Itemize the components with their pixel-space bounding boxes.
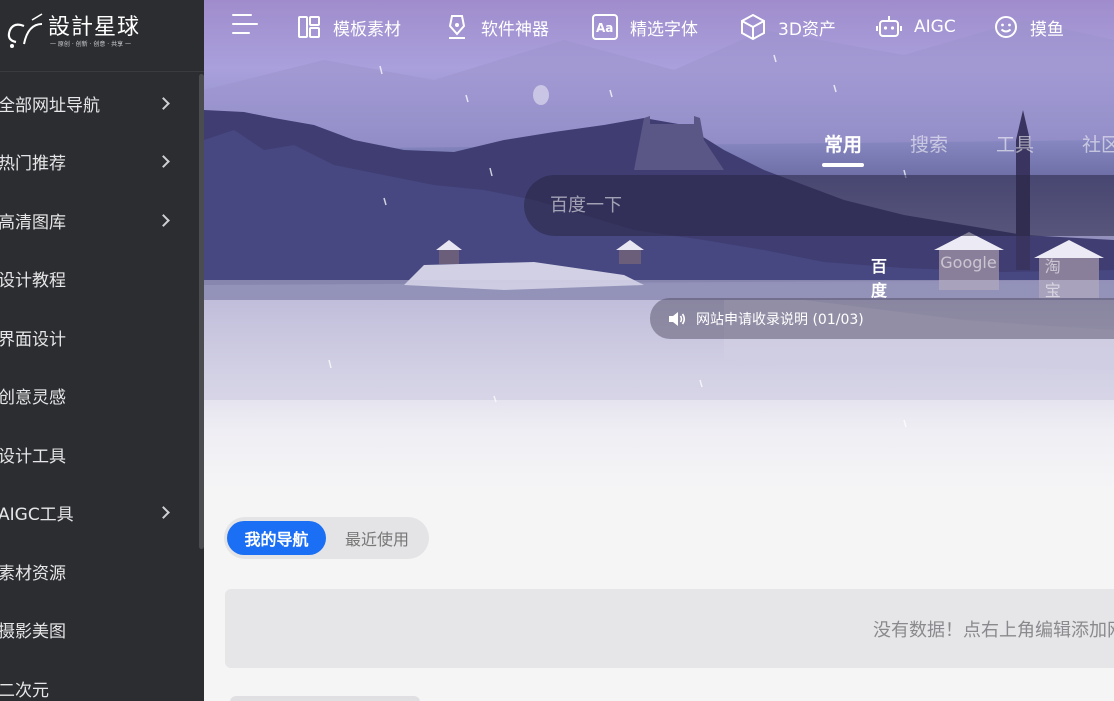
segment-my-navigation[interactable]: 我的导航 bbox=[227, 521, 326, 555]
nav-item-label: AIGC bbox=[914, 17, 956, 37]
sidebar: 設計星球 一 原创 · 创新 · 创意 · 共享 一 全部网址导航 热门推荐 高… bbox=[0, 0, 204, 701]
sidebar-item-design-tools[interactable]: 设计工具 bbox=[0, 425, 196, 484]
sidebar-item-label: 设计工具 bbox=[0, 446, 66, 467]
pen-icon bbox=[448, 15, 466, 39]
speaker-icon bbox=[669, 311, 686, 326]
menu-toggle-button[interactable] bbox=[232, 14, 260, 40]
nav-item-label: 3D资产 bbox=[778, 19, 836, 40]
chevron-right-icon bbox=[157, 155, 170, 169]
sidebar-item-label: 高清图库 bbox=[0, 212, 66, 233]
sidebar-item-hd-images[interactable]: 高清图库 bbox=[0, 191, 196, 250]
robot-icon bbox=[876, 16, 902, 37]
engine-taobao[interactable]: 淘宝 bbox=[1045, 253, 1066, 301]
svg-text:Aa: Aa bbox=[596, 21, 613, 35]
nav-item-aigc[interactable]: AIGC bbox=[876, 12, 956, 42]
search-input[interactable] bbox=[524, 175, 1114, 236]
sidebar-item-label: 摄影美图 bbox=[0, 622, 66, 643]
sidebar-item-inspiration[interactable]: 创意灵感 bbox=[0, 367, 196, 426]
nav-item-templates[interactable]: 模板素材 bbox=[297, 12, 401, 42]
sidebar-item-label: 素材资源 bbox=[0, 563, 66, 584]
tab-tools[interactable]: 工具 bbox=[996, 130, 1034, 157]
engine-google[interactable]: Google bbox=[940, 253, 996, 301]
hamburger-icon bbox=[232, 14, 252, 16]
sidebar-item-tutorials[interactable]: 设计教程 bbox=[0, 250, 196, 309]
site-logo[interactable]: 設計星球 一 原创 · 创新 · 创意 · 共享 一 bbox=[0, 0, 204, 72]
chevron-right-icon bbox=[157, 213, 170, 227]
sidebar-item-aigc-tools[interactable]: AIGC工具 bbox=[0, 484, 196, 543]
nav-item-3d-assets[interactable]: 3D资产 bbox=[740, 12, 836, 42]
sidebar-item-label: 二次元 bbox=[0, 680, 49, 701]
sidebar-item-hot[interactable]: 热门推荐 bbox=[0, 133, 196, 192]
announcement-bar[interactable]: 网站申请收录说明 (01/03) bbox=[650, 298, 1114, 339]
navigation-segmented-control: 我的导航 最近使用 bbox=[224, 517, 429, 559]
search-engine-selector: 百度 Google 淘宝 bbox=[871, 253, 1114, 301]
nav-item-label: 精选字体 bbox=[630, 19, 698, 40]
logo-slogan: 一 原创 · 创新 · 创意 · 共享 一 bbox=[50, 41, 131, 48]
sidebar-item-label: 热门推荐 bbox=[0, 154, 66, 175]
tab-search[interactable]: 搜索 bbox=[910, 130, 948, 157]
next-section-card bbox=[230, 696, 420, 701]
nav-item-label: 模板素材 bbox=[333, 19, 401, 40]
engine-baidu[interactable]: 百度 bbox=[871, 253, 892, 301]
sidebar-item-label: AIGC工具 bbox=[0, 505, 74, 526]
nav-item-slack-off[interactable]: 摸鱼 bbox=[994, 12, 1064, 42]
search-category-tabs: 常用 搜索 工具 社区 bbox=[821, 130, 1114, 167]
nav-item-label: 软件神器 bbox=[481, 19, 549, 40]
tab-common[interactable]: 常用 bbox=[821, 130, 865, 167]
sidebar-item-anime[interactable]: 二次元 bbox=[0, 659, 196, 701]
empty-state-text: 没有数据！点右上角编辑添加网址 bbox=[873, 619, 1114, 641]
layout-icon bbox=[298, 16, 320, 38]
sidebar-item-ui-design[interactable]: 界面设计 bbox=[0, 308, 196, 367]
sidebar-item-label: 全部网址导航 bbox=[0, 95, 100, 116]
logo-text: 設計星球 bbox=[48, 15, 141, 40]
font-icon: Aa bbox=[592, 14, 618, 40]
sidebar-nav: 全部网址导航 热门推荐 高清图库 设计教程 界面设计 创意灵感 设计工具 AIG… bbox=[0, 74, 196, 701]
sidebar-item-photography[interactable]: 摄影美图 bbox=[0, 601, 196, 660]
cube-icon bbox=[741, 13, 765, 41]
empty-state-panel: 没有数据！点右上角编辑添加网址 bbox=[225, 589, 1114, 668]
hero-banner: 模板素材 软件神器 Aa 精选字体 3D资产 AIGC 摸鱼 常用 搜索 工具 … bbox=[204, 0, 1114, 490]
smile-icon bbox=[995, 16, 1017, 38]
sidebar-item-all-sites[interactable]: 全部网址导航 bbox=[0, 74, 196, 133]
nav-item-label: 摸鱼 bbox=[1030, 19, 1064, 40]
top-navigation: 模板素材 软件神器 Aa 精选字体 3D资产 AIGC 摸鱼 bbox=[204, 0, 1114, 54]
chevron-right-icon bbox=[157, 506, 170, 520]
nav-item-software[interactable]: 软件神器 bbox=[445, 12, 549, 42]
chevron-right-icon bbox=[157, 96, 170, 110]
sidebar-item-label: 设计教程 bbox=[0, 271, 66, 292]
sidebar-item-label: 创意灵感 bbox=[0, 388, 66, 409]
sidebar-item-label: 界面设计 bbox=[0, 329, 66, 350]
nav-item-fonts[interactable]: Aa 精选字体 bbox=[592, 12, 698, 42]
hero-landscape-image bbox=[204, 20, 1114, 428]
segment-recently-used[interactable]: 最近使用 bbox=[329, 521, 425, 555]
sidebar-item-materials[interactable]: 素材资源 bbox=[0, 542, 196, 601]
tab-community[interactable]: 社区 bbox=[1082, 130, 1114, 157]
announcement-text: 网站申请收录说明 (01/03) bbox=[696, 311, 864, 328]
search-box bbox=[524, 175, 1114, 236]
